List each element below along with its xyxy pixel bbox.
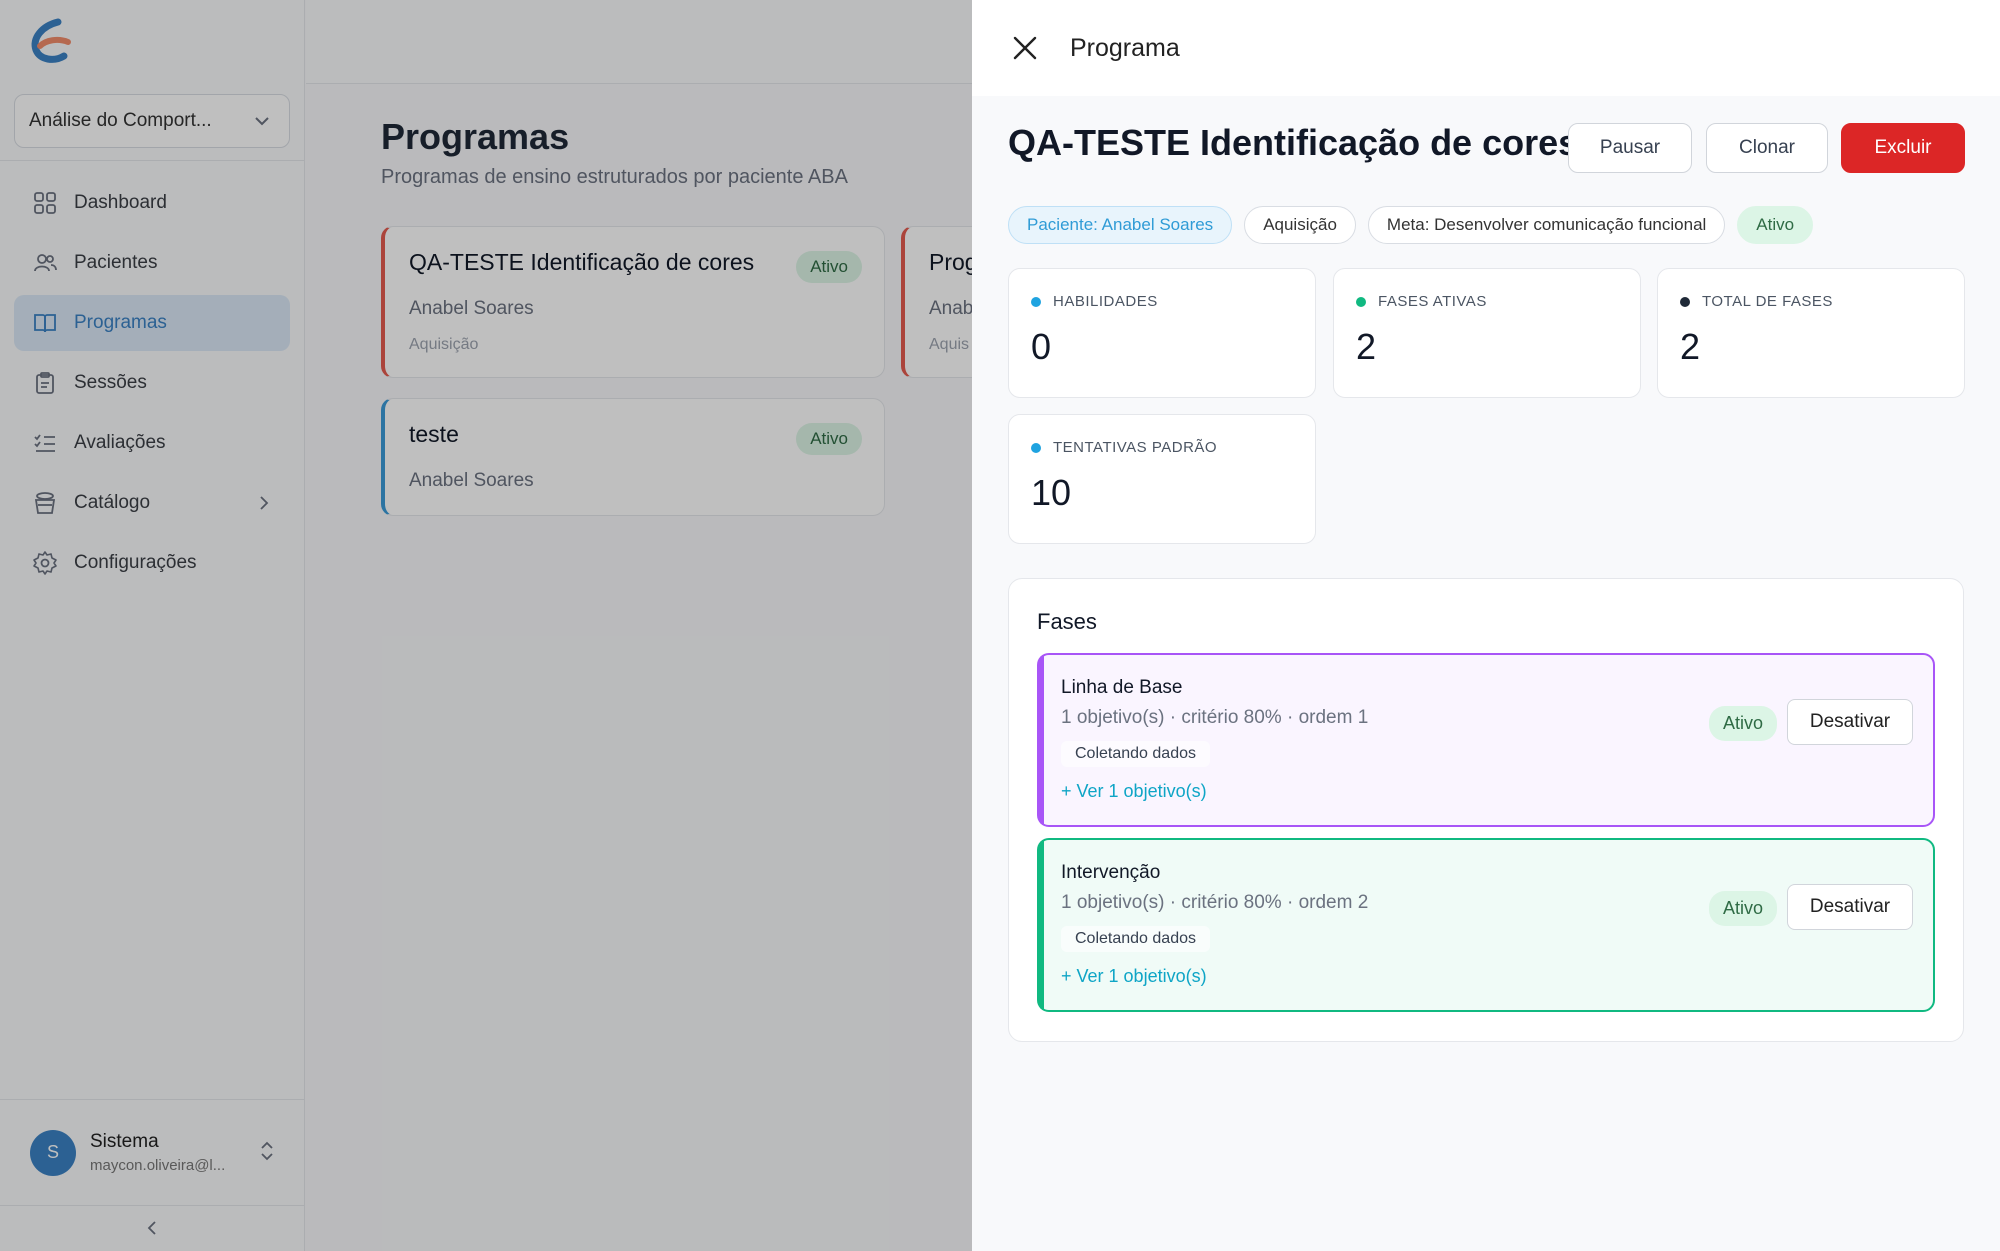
phase-meta: 1 objetivo(s) · critério 80% · ordem 1 [1061,707,1369,728]
phase-item-intervencao: Intervenção 1 objetivo(s) · critério 80%… [1037,838,1935,1012]
fases-panel: Fases Linha de Base 1 objetivo(s) · crit… [1008,578,1964,1042]
clone-button[interactable]: Clonar [1706,123,1828,173]
stat-value: 0 [1031,326,1052,367]
goal-tag: Meta: Desenvolver comunicação funcional [1367,206,1726,244]
stat-label: FASES ATIVAS [1378,293,1487,310]
stat-label: TENTATIVAS PADRÃO [1053,439,1218,456]
status-dot [1031,442,1041,453]
drawer-title: Programa [1070,33,1180,62]
program-title: QA-TESTE Identificação de cores [1008,122,1579,163]
phase-name: Linha de Base [1061,677,1183,698]
phase-item-linha-de-base: Linha de Base 1 objetivo(s) · critério 8… [1037,653,1935,827]
phase-state-badge: Coletando dados [1061,926,1210,952]
stat-card-total-fases: TOTAL DE FASES 2 [1657,268,1965,398]
stat-value: 2 [1680,326,1701,367]
view-objectives-link[interactable]: + Ver 1 objetivo(s) [1061,781,1207,802]
stat-label: HABILIDADES [1053,293,1158,310]
delete-button[interactable]: Excluir [1841,123,1965,173]
program-drawer: Programa QA-TESTE Identificação de cores… [972,0,2000,1251]
stat-card-fases-ativas: FASES ATIVAS 2 [1333,268,1641,398]
stat-label: TOTAL DE FASES [1702,293,1833,310]
program-tags: Paciente: Anabel Soares Aquisição Meta: … [1008,206,1814,244]
pause-button[interactable]: Pausar [1568,123,1692,173]
status-badge: Ativo [1708,891,1777,926]
deactivate-button[interactable]: Desativar [1787,884,1913,930]
close-icon[interactable] [1008,31,1042,65]
status-dot [1680,296,1690,307]
stat-value: 10 [1031,472,1072,513]
stat-value: 2 [1356,326,1377,367]
status-badge: Ativo [1708,706,1777,741]
patient-tag[interactable]: Paciente: Anabel Soares [1008,206,1233,244]
stat-card-habilidades: HABILIDADES 0 [1008,268,1316,398]
modal-backdrop[interactable] [0,0,972,1251]
fases-title: Fases [1037,609,1097,634]
status-badge: Ativo [1737,206,1814,244]
status-dot [1356,296,1366,307]
stat-card-tentativas-padrao: TENTATIVAS PADRÃO 10 [1008,414,1316,544]
category-tag: Aquisição [1244,206,1356,244]
phase-accent-bar [1039,840,1044,1010]
deactivate-button[interactable]: Desativar [1787,699,1913,745]
view-objectives-link[interactable]: + Ver 1 objetivo(s) [1061,966,1207,987]
status-dot [1031,296,1041,307]
phase-name: Intervenção [1061,862,1161,883]
phase-state-badge: Coletando dados [1061,741,1210,767]
drawer-header: Programa [972,0,2000,96]
phase-meta: 1 objetivo(s) · critério 80% · ordem 2 [1061,892,1369,913]
phase-accent-bar [1039,655,1044,825]
